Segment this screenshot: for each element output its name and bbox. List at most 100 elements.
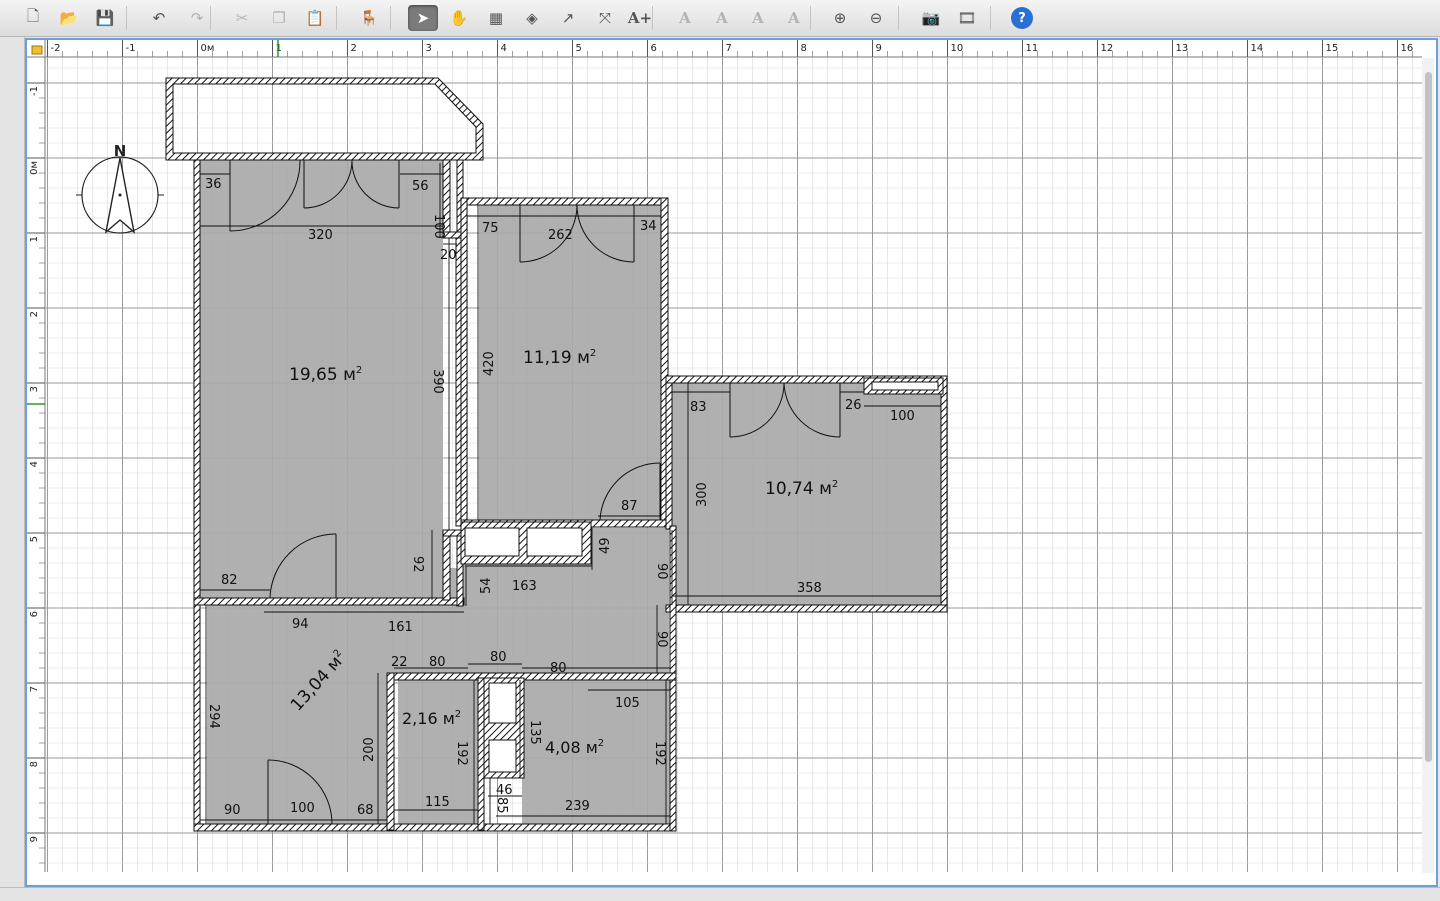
compass-rose[interactable]: N [76,142,164,234]
wall[interactable] [665,604,948,613]
wall[interactable] [386,672,395,831]
room-area-label[interactable]: 11,19 м2 [523,348,596,368]
dimension-value[interactable]: 75 [482,221,499,236]
dimension-value[interactable]: 358 [797,581,822,596]
wall[interactable] [665,382,673,530]
dimension-value[interactable]: 26 [845,398,862,413]
dimension-value[interactable]: 36 [205,177,222,192]
dimension-value[interactable]: 105 [615,696,640,711]
select-pointer-icon[interactable]: ➤ [408,5,438,31]
create-walls-icon[interactable]: ▦ [481,5,511,31]
dimension-value[interactable]: 115 [425,795,450,810]
create-rooms-icon[interactable]: ◈ [517,5,547,31]
wall[interactable] [193,159,201,831]
add-furniture-icon[interactable]: 🪑 [354,5,384,31]
ruler-label-y: 9 [29,836,40,842]
room-area-label[interactable]: 10,74 м2 [765,479,838,499]
bottom-splitter-bar[interactable] [0,887,1440,901]
open-folder-icon[interactable]: 📂 [54,5,84,31]
paste-icon[interactable]: 📋 [300,5,330,31]
dimension-value[interactable]: 320 [308,228,333,243]
dimension-value[interactable]: 100 [890,409,915,424]
plan-view[interactable]: -2-10м12345678910111213141516-10м1234567… [25,38,1438,887]
dimension-value[interactable]: 200 [362,737,377,762]
undo-icon[interactable]: ↶ [144,5,174,31]
dimension-value[interactable]: 90 [224,803,241,818]
zoom-in-icon[interactable]: ⊕ [825,5,855,31]
dimension-value[interactable]: 80 [550,661,567,676]
dimension-value[interactable]: 163 [512,579,537,594]
dimension-value[interactable]: 390 [430,369,445,394]
text-decrease-icon[interactable]: A [707,5,737,31]
dimension-value[interactable]: 90 [654,631,669,648]
dimension-value[interactable]: 262 [548,228,573,243]
dimension-value[interactable]: 49 [598,537,613,554]
wall[interactable] [940,375,948,613]
room-area-label[interactable]: 19,65 м2 [289,365,362,385]
text-increase-icon[interactable]: A [670,5,700,31]
create-video-icon[interactable]: 🎞 [952,5,982,31]
vertical-scrollbar[interactable] [1422,58,1434,873]
scrollbar-thumb[interactable] [1425,72,1432,762]
wall[interactable] [460,197,468,529]
ruler-label-x: 6 [651,43,657,54]
dimension-value[interactable]: 83 [690,400,707,415]
add-text-icon[interactable]: A+ [625,5,655,31]
dimension-value[interactable]: 56 [412,179,429,194]
dimension-value[interactable]: 34 [640,219,657,234]
dimension-value[interactable]: 80 [490,650,507,665]
wall[interactable] [386,672,677,681]
save-icon[interactable]: 💾 [90,5,120,31]
copy-icon[interactable]: ❐ [264,5,294,31]
dimension-value[interactable]: 90 [654,563,669,580]
dimension-value[interactable]: 192 [454,741,469,766]
dimension-value[interactable]: 46 [496,783,513,798]
text-bold-icon[interactable]: A [743,5,773,31]
help-icon[interactable]: ? [1011,7,1033,29]
wall[interactable] [460,197,669,206]
dimension-value[interactable]: 300 [695,482,710,507]
dimension-value[interactable]: 68 [357,803,374,818]
pan-hand-icon[interactable]: ✋ [444,5,474,31]
text-italic-icon[interactable]: A [779,5,809,31]
dimension-value[interactable]: 135 [527,720,542,745]
new-file-icon[interactable]: 🗋 [18,5,48,31]
dimension-value[interactable]: 20 [440,248,457,263]
dimension-value[interactable]: 100 [431,214,446,239]
wall[interactable] [442,535,451,601]
room-area-label[interactable]: 4,08 м2 [545,738,604,757]
ruler-label-x: -1 [126,43,136,54]
dimension-value[interactable]: 80 [429,655,446,670]
wall[interactable] [193,597,465,606]
dimension-value[interactable]: 192 [652,741,667,766]
dimension-value[interactable]: 22 [391,655,408,670]
dimension-value[interactable]: 294 [206,704,221,729]
balcony-wall[interactable] [165,77,484,161]
dimension-value[interactable]: 239 [565,799,590,814]
zoom-out-icon[interactable]: ⊖ [861,5,891,31]
dimension-value[interactable]: 420 [482,351,497,376]
left-splitter-pane[interactable] [0,37,25,900]
dimension-value[interactable]: 92 [410,556,425,573]
dimension-value[interactable]: 87 [621,499,638,514]
room-area-label[interactable]: 2,16 м2 [402,709,461,728]
cut-icon[interactable]: ✂ [227,5,257,31]
create-polylines-icon[interactable]: ↗ [553,5,583,31]
create-photo-icon[interactable]: 📷 [916,5,946,31]
wall[interactable] [477,677,485,831]
ruler-label-x: 13 [1176,43,1189,54]
dimension-value[interactable]: 94 [292,617,309,632]
ruler-label-x: 9 [876,43,882,54]
dimension-value[interactable]: 82 [221,573,238,588]
plan-canvas[interactable]: -2-10м12345678910111213141516-10м1234567… [27,40,1436,885]
wall[interactable] [193,823,677,832]
create-dimensions-icon[interactable]: ⤧ [590,5,620,31]
dimension-value[interactable]: 85 [494,797,509,814]
dimension-value[interactable]: 54 [479,577,494,594]
dimension-value[interactable]: 161 [388,620,413,635]
redo-icon[interactable]: ↷ [182,5,212,31]
main-toolbar: 🗋 📂 💾 ↶ ↷ ✂ ❐ 📋 🪑 ➤ ✋ ▦ ◈ ↗ ⤧ A+ A A A A ⊕ ⊖ 📷 🎞? [0,0,1440,37]
wall[interactable] [442,529,464,537]
lock-icon[interactable] [31,45,43,55]
dimension-value[interactable]: 100 [290,801,315,816]
